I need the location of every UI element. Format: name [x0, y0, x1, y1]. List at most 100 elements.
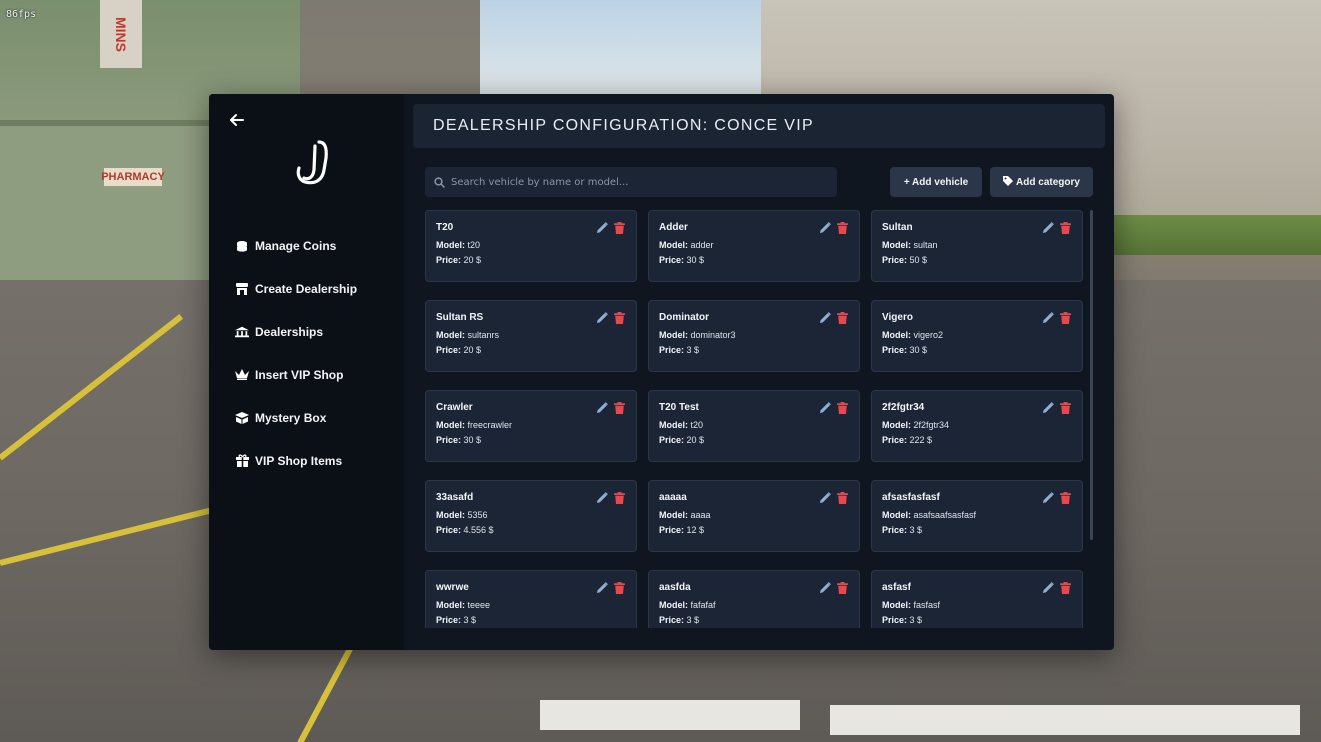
sidebar-item-manage-coins[interactable]: Manage Coins [235, 224, 400, 267]
card-actions [1042, 492, 1072, 504]
vehicle-model: Model: t20 [436, 240, 626, 250]
edit-pencil-icon[interactable] [596, 492, 608, 504]
model-label: Model: [436, 330, 465, 340]
search-input[interactable] [451, 176, 821, 188]
vehicle-card: Sultan RS Model: sultanrs Price: 20 $ [425, 300, 637, 372]
card-actions [1042, 312, 1072, 324]
edit-pencil-icon[interactable] [819, 312, 831, 324]
edit-pencil-icon[interactable] [1042, 492, 1054, 504]
price-label: Price: [436, 435, 462, 445]
delete-trash-icon[interactable] [1060, 402, 1072, 414]
vehicle-card: Sultan Model: sultan Price: 50 $ [871, 210, 1083, 282]
vehicle-price: Price: 222 $ [882, 435, 1072, 445]
vehicle-card: T20 Model: t20 Price: 20 $ [425, 210, 637, 282]
crosswalk [540, 700, 800, 730]
model-value: 2f2fgtr34 [913, 420, 950, 430]
vehicle-price: Price: 3 $ [436, 615, 626, 625]
edit-pencil-icon[interactable] [596, 312, 608, 324]
vehicle-model: Model: adder [659, 240, 849, 250]
edit-pencil-icon[interactable] [1042, 582, 1054, 594]
delete-trash-icon[interactable] [1060, 222, 1072, 234]
edit-pencil-icon[interactable] [1042, 402, 1054, 414]
delete-trash-icon[interactable] [614, 582, 626, 594]
card-actions [819, 492, 849, 504]
sidebar-item-label: Create Dealership [255, 281, 358, 296]
card-actions [1042, 582, 1072, 594]
model-label: Model: [659, 240, 688, 250]
sidebar-item-label: Insert VIP Shop [255, 367, 344, 382]
sidebar-item-label: VIP Shop Items [255, 453, 343, 468]
delete-trash-icon[interactable] [837, 222, 849, 234]
vehicle-price: Price: 3 $ [659, 345, 849, 355]
model-label: Model: [882, 240, 911, 250]
vehicle-list-scrollbar[interactable] [1090, 210, 1093, 540]
vehicle-model: Model: 2f2fgtr34 [882, 420, 1072, 430]
price-value: 3 $ [909, 615, 923, 625]
edit-pencil-icon[interactable] [819, 222, 831, 234]
edit-pencil-icon[interactable] [596, 582, 608, 594]
sidebar-item-insert-vip-shop[interactable]: Insert VIP Shop [235, 353, 400, 396]
delete-trash-icon[interactable] [837, 312, 849, 324]
back-arrow-icon[interactable] [229, 112, 245, 128]
edit-pencil-icon[interactable] [819, 582, 831, 594]
sidebar-item-vip-shop-items[interactable]: VIP Shop Items [235, 439, 400, 482]
price-label: Price: [659, 615, 685, 625]
card-actions [819, 312, 849, 324]
add-vehicle-label: + Add vehicle [903, 176, 969, 188]
delete-trash-icon[interactable] [614, 312, 626, 324]
price-label: Price: [436, 615, 462, 625]
tag-icon [1003, 175, 1014, 189]
price-label: Price: [882, 345, 908, 355]
delete-trash-icon[interactable] [614, 492, 626, 504]
card-actions [1042, 402, 1072, 414]
vehicle-model: Model: t20 [659, 420, 849, 430]
price-value: 30 $ [686, 255, 705, 265]
card-actions [596, 222, 626, 234]
card-actions [819, 402, 849, 414]
vehicle-price: Price: 4.556 $ [436, 525, 626, 535]
model-value: sultanrs [467, 330, 500, 340]
delete-trash-icon[interactable] [1060, 312, 1072, 324]
delete-trash-icon[interactable] [837, 402, 849, 414]
card-actions [819, 222, 849, 234]
model-label: Model: [659, 510, 688, 520]
model-value: t20 [690, 420, 704, 430]
edit-pencil-icon[interactable] [819, 402, 831, 414]
delete-trash-icon[interactable] [837, 582, 849, 594]
price-value: 20 $ [686, 435, 705, 445]
vehicle-model: Model: vigero2 [882, 330, 1072, 340]
vehicle-price: Price: 3 $ [659, 615, 849, 625]
sidebar-item-dealerships[interactable]: Dealerships [235, 310, 400, 353]
model-label: Model: [436, 510, 465, 520]
sidebar-item-create-dealership[interactable]: Create Dealership [235, 267, 400, 310]
main-content: DEALERSHIP CONFIGURATION: CONCE VIP + Ad… [404, 94, 1114, 650]
vehicle-card: asfasf Model: fasfasf Price: 3 $ [871, 570, 1083, 628]
vehicle-price: Price: 12 $ [659, 525, 849, 535]
add-vehicle-button[interactable]: + Add vehicle [890, 167, 982, 197]
search-bar[interactable] [425, 167, 837, 197]
delete-trash-icon[interactable] [1060, 492, 1072, 504]
sign-pharmacy: PHARMACY [101, 168, 165, 186]
vehicle-model: Model: sultanrs [436, 330, 626, 340]
add-category-button[interactable]: Add category [990, 167, 1093, 197]
sidebar-item-mystery-box[interactable]: Mystery Box [235, 396, 400, 439]
vehicle-card: Crawler Model: freecrawler Price: 30 $ [425, 390, 637, 462]
edit-pencil-icon[interactable] [596, 222, 608, 234]
vehicle-price: Price: 20 $ [436, 345, 626, 355]
vehicle-card: wwrwe Model: teeee Price: 3 $ [425, 570, 637, 628]
delete-trash-icon[interactable] [837, 492, 849, 504]
card-actions [596, 402, 626, 414]
edit-pencil-icon[interactable] [596, 402, 608, 414]
model-value: asafsaafsasfasf [913, 510, 977, 520]
model-label: Model: [882, 420, 911, 430]
vehicle-card: afsasfasfasf Model: asafsaafsasfasf Pric… [871, 480, 1083, 552]
delete-trash-icon[interactable] [614, 402, 626, 414]
delete-trash-icon[interactable] [614, 222, 626, 234]
edit-pencil-icon[interactable] [1042, 222, 1054, 234]
vehicle-card: 2f2fgtr34 Model: 2f2fgtr34 Price: 222 $ [871, 390, 1083, 462]
edit-pencil-icon[interactable] [819, 492, 831, 504]
edit-pencil-icon[interactable] [1042, 312, 1054, 324]
vehicle-model: Model: 5356 [436, 510, 626, 520]
delete-trash-icon[interactable] [1060, 582, 1072, 594]
vehicle-model: Model: aaaa [659, 510, 849, 520]
